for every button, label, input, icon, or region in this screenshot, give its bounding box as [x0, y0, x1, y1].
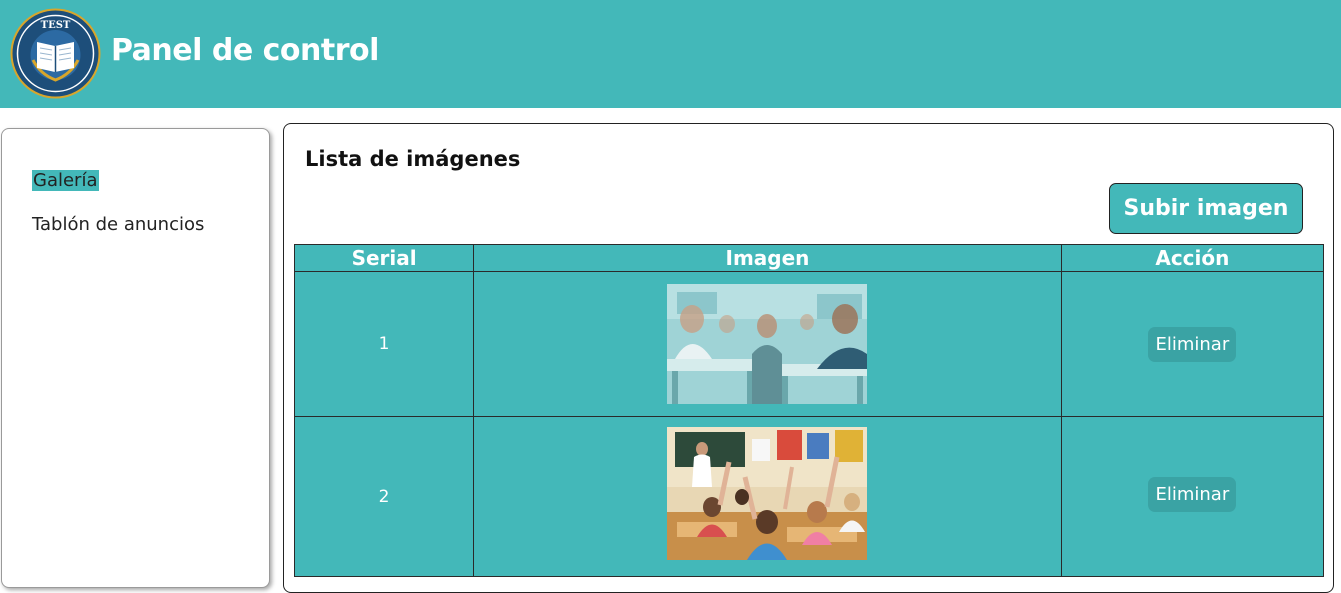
action-cell: Eliminar	[1060, 416, 1325, 577]
classroom-students-photo[interactable]	[667, 284, 868, 404]
table-row: 2 Eliminar	[293, 416, 1325, 577]
column-header-action: Acción	[1060, 244, 1325, 272]
app-title: Panel de control	[111, 33, 379, 68]
image-cell	[473, 271, 1062, 417]
school-logo-icon: TEST	[10, 8, 101, 99]
image-cell	[473, 416, 1062, 577]
column-header-image: Imagen	[473, 244, 1062, 272]
image-list-panel: Lista de imágenes Subir imagen Serial Im…	[283, 123, 1334, 593]
header-bar: TEST Panel de control	[0, 0, 1341, 108]
action-cell: Eliminar	[1060, 271, 1325, 417]
classroom-hands-raised-photo[interactable]	[667, 427, 868, 560]
logo-text: TEST	[41, 20, 71, 31]
sidebar-item-announcements[interactable]: Tablón de anuncios	[32, 214, 204, 235]
serial-cell: 2	[293, 416, 475, 577]
delete-button[interactable]: Eliminar	[1148, 326, 1237, 362]
sidebar: Galería Tablón de anuncios	[1, 128, 270, 588]
upload-image-button[interactable]: Subir imagen	[1109, 183, 1303, 234]
sidebar-item-gallery[interactable]: Galería	[32, 170, 99, 191]
table-header-row: Serial Imagen Acción	[293, 244, 1325, 272]
table-row: 1 Eliminar	[293, 271, 1325, 417]
page-title: Lista de imágenes	[305, 147, 521, 171]
column-header-serial: Serial	[293, 244, 475, 272]
serial-cell: 1	[293, 271, 475, 417]
delete-button[interactable]: Eliminar	[1148, 477, 1237, 512]
image-table: Serial Imagen Acción 1 Eliminar 2 Elimin…	[293, 244, 1325, 577]
